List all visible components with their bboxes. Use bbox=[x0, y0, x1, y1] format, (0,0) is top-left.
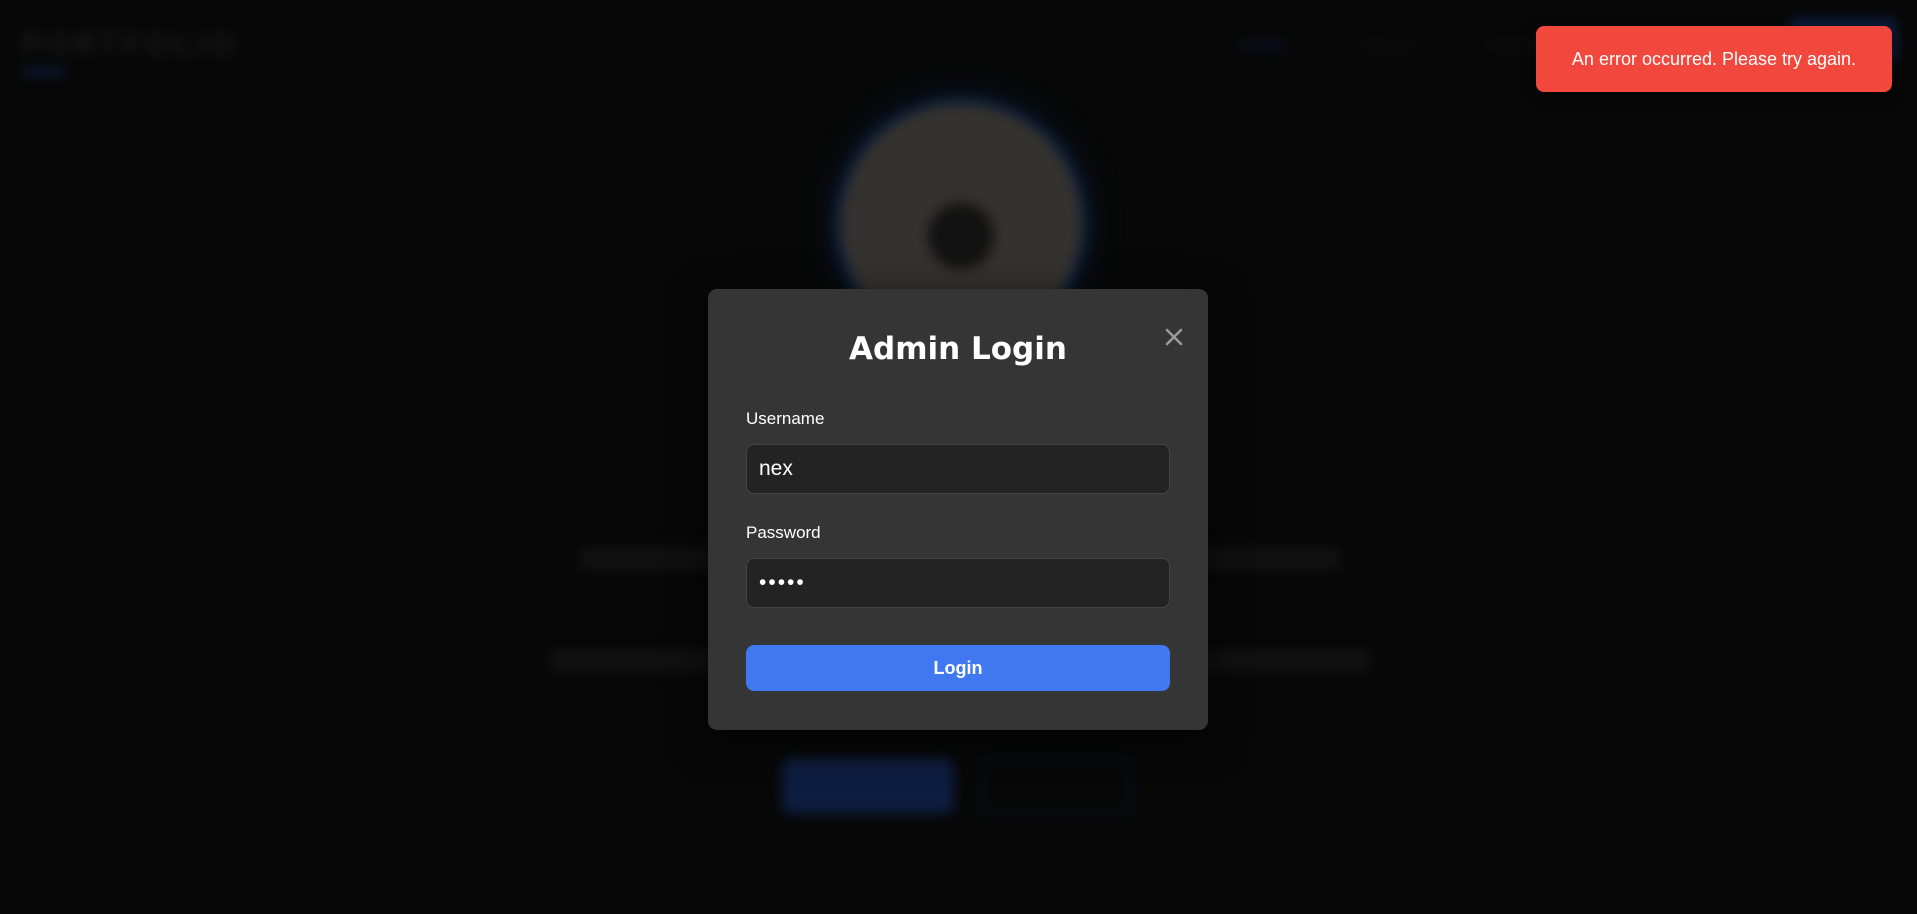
error-toast: An error occurred. Please try again. bbox=[1536, 26, 1892, 92]
login-button[interactable]: Login bbox=[746, 645, 1170, 691]
toast-message: An error occurred. Please try again. bbox=[1571, 48, 1857, 69]
username-label: Username bbox=[746, 409, 825, 428]
page: PORTFOLIO HOME SKILLS PROJECTS Admin Log… bbox=[0, 0, 1917, 914]
admin-login-modal: Admin Login Username Password Login bbox=[708, 289, 1208, 730]
username-field[interactable] bbox=[746, 444, 1170, 494]
modal-title: Admin Login bbox=[849, 331, 1067, 367]
close-button[interactable] bbox=[1162, 325, 1186, 349]
password-field[interactable] bbox=[746, 558, 1170, 608]
password-label: Password bbox=[746, 523, 821, 542]
close-icon bbox=[1165, 328, 1183, 346]
